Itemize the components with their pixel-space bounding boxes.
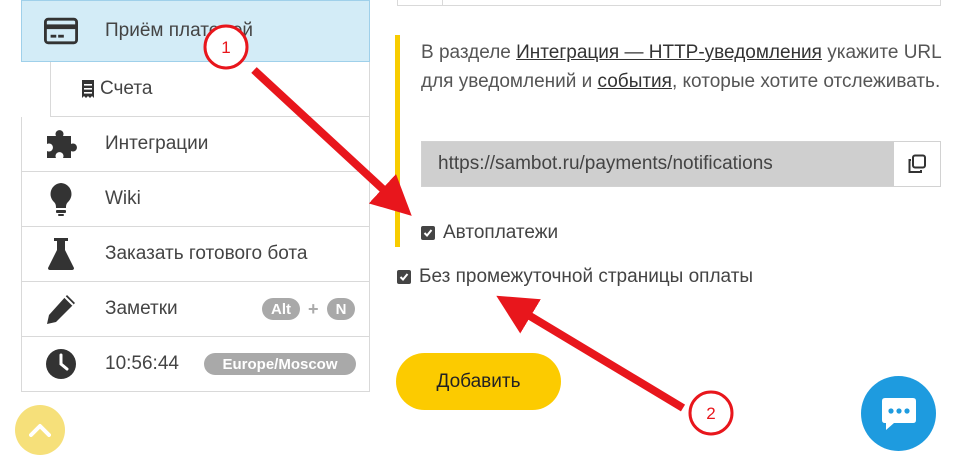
clock-time: 10:56:44 xyxy=(105,353,179,374)
sidebar-item-label: Заметки xyxy=(105,298,178,319)
notification-url-group: https://sambot.ru/payments/notifications xyxy=(421,141,941,187)
top-input-field[interactable] xyxy=(397,0,941,6)
no-intermediate-page-label: Без промежуточной страницы оплаты xyxy=(419,266,754,287)
sidebar-item-payments[interactable]: Приём платежей xyxy=(21,0,370,62)
chevron-up-icon xyxy=(29,424,51,437)
credit-card-icon xyxy=(44,14,78,48)
sidebar: Приём платежей Счета Интеграции Wiki Зак… xyxy=(21,0,370,392)
puzzle-icon xyxy=(44,127,78,161)
sidebar-item-label: Счета xyxy=(100,78,153,99)
copy-button[interactable] xyxy=(894,142,940,186)
no-intermediate-page-checkbox[interactable]: Без промежуточной страницы оплаты xyxy=(397,266,753,288)
chat-bubble-icon xyxy=(881,397,916,430)
clock-icon xyxy=(44,347,78,381)
annotation-marker-2: 2 xyxy=(688,390,734,436)
scroll-to-top-button[interactable] xyxy=(15,405,65,455)
checkbox-checked-icon xyxy=(421,226,435,240)
shortcut-plus: + xyxy=(308,298,319,319)
sidebar-item-invoices[interactable]: Счета xyxy=(50,62,370,117)
autopay-checkbox[interactable]: Автоплатежи xyxy=(421,222,558,244)
sidebar-item-label: Wiki xyxy=(105,188,141,209)
receipt-icon xyxy=(79,72,97,106)
sidebar-item-notes[interactable]: Заметки Alt + N xyxy=(21,282,370,337)
sidebar-item-clock: 10:56:44 Europe/Moscow xyxy=(21,337,370,392)
timezone-badge: Europe/Moscow xyxy=(204,353,356,375)
lightbulb-icon xyxy=(44,182,78,216)
chat-button[interactable] xyxy=(861,376,936,451)
copy-icon xyxy=(908,154,926,173)
add-button[interactable]: Добавить xyxy=(396,353,561,410)
shortcut-key-n: N xyxy=(327,298,355,320)
flask-icon xyxy=(44,237,78,271)
integration-link[interactable]: Интеграция — HTTP-уведомления xyxy=(516,42,822,63)
sidebar-item-label: Заказать готового бота xyxy=(105,243,308,264)
sidebar-item-integrations[interactable]: Интеграции xyxy=(21,117,370,172)
checkbox-checked-icon xyxy=(397,270,411,284)
events-link[interactable]: события xyxy=(598,71,672,92)
notice-text: В разделе Интеграция — HTTP-уведомления … xyxy=(421,42,942,92)
pencil-icon xyxy=(44,292,78,326)
shortcut-key-alt: Alt xyxy=(262,298,300,320)
notice-bar xyxy=(395,35,400,247)
autopay-label: Автоплатежи xyxy=(443,222,559,243)
sidebar-item-label: Приём платежей xyxy=(105,20,254,41)
svg-text:2: 2 xyxy=(706,404,715,423)
sidebar-item-wiki[interactable]: Wiki xyxy=(21,172,370,227)
notification-url-field[interactable]: https://sambot.ru/payments/notifications xyxy=(422,142,894,186)
sidebar-item-label: Интеграции xyxy=(105,133,209,154)
sidebar-item-order-bot[interactable]: Заказать готового бота xyxy=(21,227,370,282)
